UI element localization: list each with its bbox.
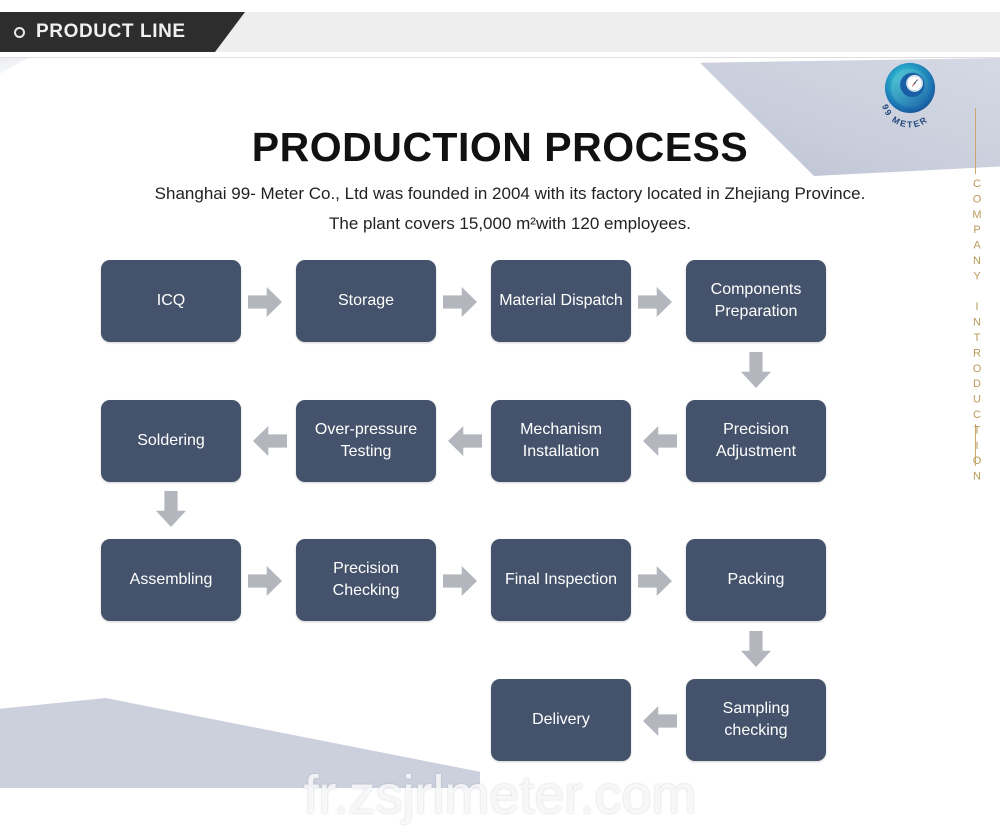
flow-node-sampling-checking[interactable]: Sampling checking bbox=[686, 679, 826, 761]
flow-node-mechanism-installation[interactable]: Mechanism Installation bbox=[491, 400, 631, 482]
flow-node-delivery[interactable]: Delivery bbox=[491, 679, 631, 761]
production-process-flowchart: ICQ Storage Material Dispatch Components… bbox=[0, 0, 1000, 832]
flow-node-precision-checking[interactable]: Precision Checking bbox=[296, 539, 436, 621]
arrow-left-icon bbox=[448, 426, 482, 456]
flow-node-components-preparation[interactable]: Components Preparation bbox=[686, 260, 826, 342]
flow-node-final-inspection[interactable]: Final Inspection bbox=[491, 539, 631, 621]
99-meter-swirl-logo: 99 METER bbox=[872, 56, 948, 132]
flow-node-icq[interactable]: ICQ bbox=[101, 260, 241, 342]
arrow-right-icon bbox=[638, 287, 672, 317]
flow-node-precision-adjustment[interactable]: Precision Adjustment bbox=[686, 400, 826, 482]
arrow-right-icon bbox=[248, 566, 282, 596]
header-tag-label: PRODUCT LINE bbox=[36, 21, 186, 42]
arrow-down-icon bbox=[741, 631, 771, 667]
arrow-right-icon bbox=[248, 287, 282, 317]
flow-node-storage[interactable]: Storage bbox=[296, 260, 436, 342]
flow-node-assembling[interactable]: Assembling bbox=[101, 539, 241, 621]
arrow-left-icon bbox=[643, 706, 677, 736]
arrow-left-icon bbox=[253, 426, 287, 456]
arrow-right-icon bbox=[443, 566, 477, 596]
flow-node-packing[interactable]: Packing bbox=[686, 539, 826, 621]
arrow-down-icon bbox=[156, 491, 186, 527]
flow-node-material-dispatch[interactable]: Material Dispatch bbox=[491, 260, 631, 342]
arrow-down-icon bbox=[741, 352, 771, 388]
flow-node-soldering[interactable]: Soldering bbox=[101, 400, 241, 482]
arrow-left-icon bbox=[643, 426, 677, 456]
arrow-right-icon bbox=[638, 566, 672, 596]
circle-outline-icon bbox=[14, 26, 25, 38]
flow-node-over-pressure-testing[interactable]: Over-pressure Testing bbox=[296, 400, 436, 482]
arrow-right-icon bbox=[443, 287, 477, 317]
